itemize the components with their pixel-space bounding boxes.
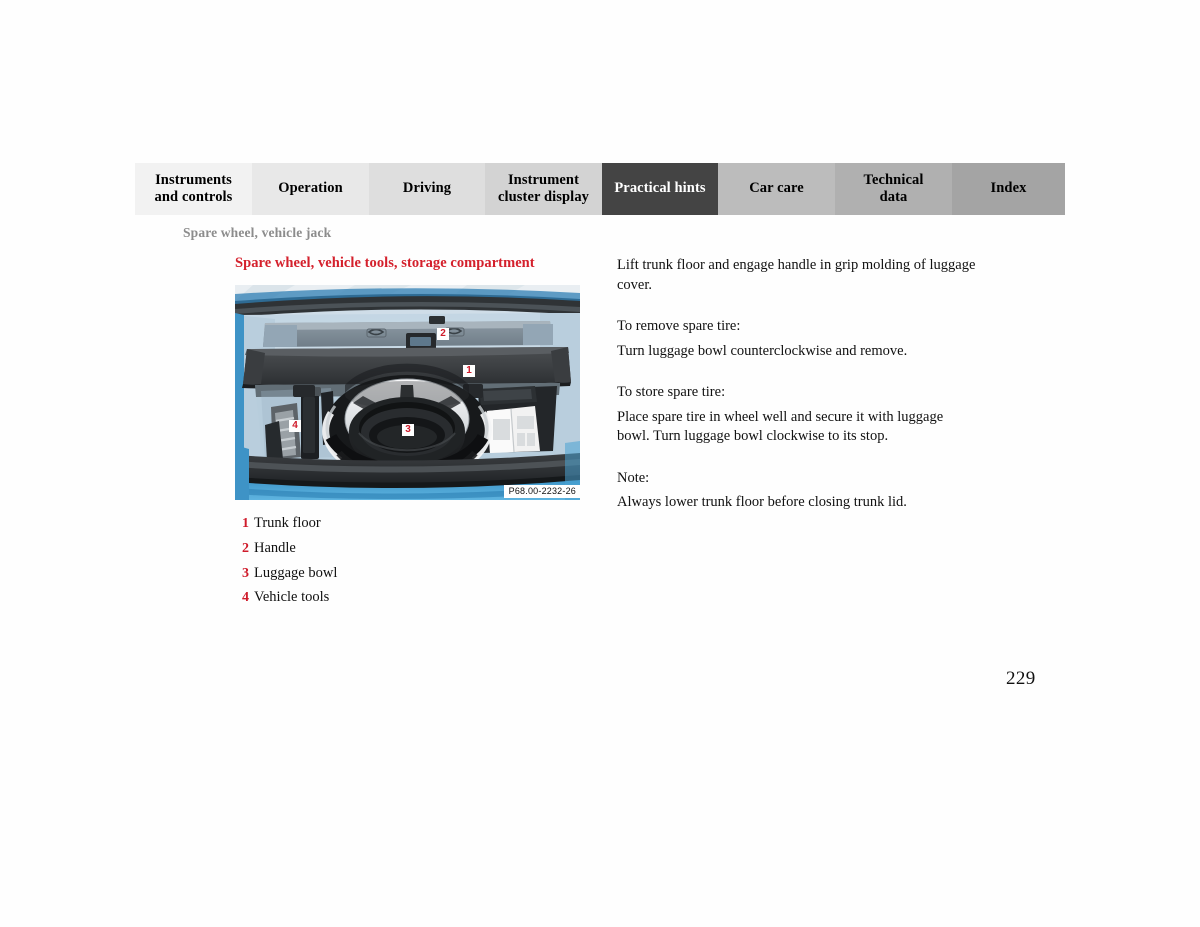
figure-caption-code: P68.00-2232-26 [503, 485, 580, 498]
trunk-illustration [235, 285, 580, 500]
note-heading: Note: [617, 469, 650, 486]
list-item: 4 Vehicle tools [235, 589, 555, 614]
tab-label-line1: Operation [278, 180, 343, 197]
tab-instrument-cluster-display[interactable]: Instrument cluster display [485, 163, 602, 215]
instruction-paragraph-lift-trunk-floor: Lift trunk floor and engage handle in gr… [617, 257, 976, 293]
tab-operation[interactable]: Operation [252, 163, 369, 215]
figure-callout-1: 1 [463, 365, 475, 377]
tab-label-line1: Instruments [155, 171, 232, 188]
tab-index[interactable]: Index [952, 163, 1065, 215]
tab-car-care[interactable]: Car care [718, 163, 835, 215]
instructions-column: Lift trunk floor and engage handle in gr… [617, 256, 977, 513]
tab-instruments-and-controls[interactable]: Instruments and controls [135, 163, 252, 215]
figure-trunk-spare-wheel: 1 2 3 4 P68.00-2232-26 [235, 285, 580, 500]
tab-label-line2: cluster display [497, 189, 590, 205]
legend-number: 3 [242, 565, 249, 581]
tab-label-line1: Index [990, 180, 1027, 197]
legend-label: Luggage bowl [254, 564, 338, 581]
instruction-paragraph-turn-bowl-counterclockwise: Turn luggage bowl counterclockwise and r… [617, 342, 908, 359]
legend-label: Vehicle tools [254, 589, 330, 606]
tab-label-line1: Car care [749, 180, 804, 197]
instruction-heading-remove-spare-tire: To remove spare tire: [617, 318, 741, 334]
legend-number: 1 [242, 516, 249, 531]
running-head: Spare wheel, vehicle jack [183, 225, 332, 240]
page-number: 229 [1006, 668, 1036, 689]
manual-page: Instruments and controls Operation Drivi… [0, 0, 1200, 927]
legend-number: 4 [242, 590, 249, 606]
tab-label-line2: data [879, 189, 908, 205]
tab-label-line1: Practical hints [614, 180, 706, 197]
tab-label-line1: Instrument [507, 171, 580, 188]
list-item: 3 Luggage bowl [235, 565, 555, 590]
figure-callout-3: 3 [402, 424, 414, 436]
list-item: 1 Trunk floor [235, 515, 555, 540]
tab-technical-data[interactable]: Technical data [835, 163, 952, 215]
figure-callout-4: 4 [289, 420, 301, 432]
tab-driving[interactable]: Driving [369, 163, 485, 215]
section-tab-bar: Instruments and controls Operation Drivi… [135, 163, 1065, 215]
figure-legend-list: 1 Trunk floor 2 Handle 3 Luggage bowl 4 … [235, 515, 555, 614]
legend-label: Trunk floor [254, 515, 321, 531]
legend-number: 2 [242, 540, 249, 556]
legend-label: Handle [254, 539, 296, 556]
section-heading: Spare wheel, vehicle tools, storage comp… [235, 255, 535, 271]
list-item: 2 Handle [235, 540, 555, 565]
tab-practical-hints[interactable]: Practical hints [602, 163, 718, 215]
tab-label-line1: Driving [402, 180, 452, 197]
instruction-heading-store-spare-tire: To store spare tire: [617, 384, 726, 400]
tab-label-line1: Technical [863, 171, 924, 188]
tab-label-line2: and controls [154, 189, 233, 205]
figure-callout-2: 2 [437, 328, 449, 340]
note-paragraph-lower-trunk-floor: Always lower trunk floor before closing … [617, 494, 907, 510]
instruction-paragraph-place-spare-tire: Place spare tire in wheel well and secur… [617, 408, 944, 445]
